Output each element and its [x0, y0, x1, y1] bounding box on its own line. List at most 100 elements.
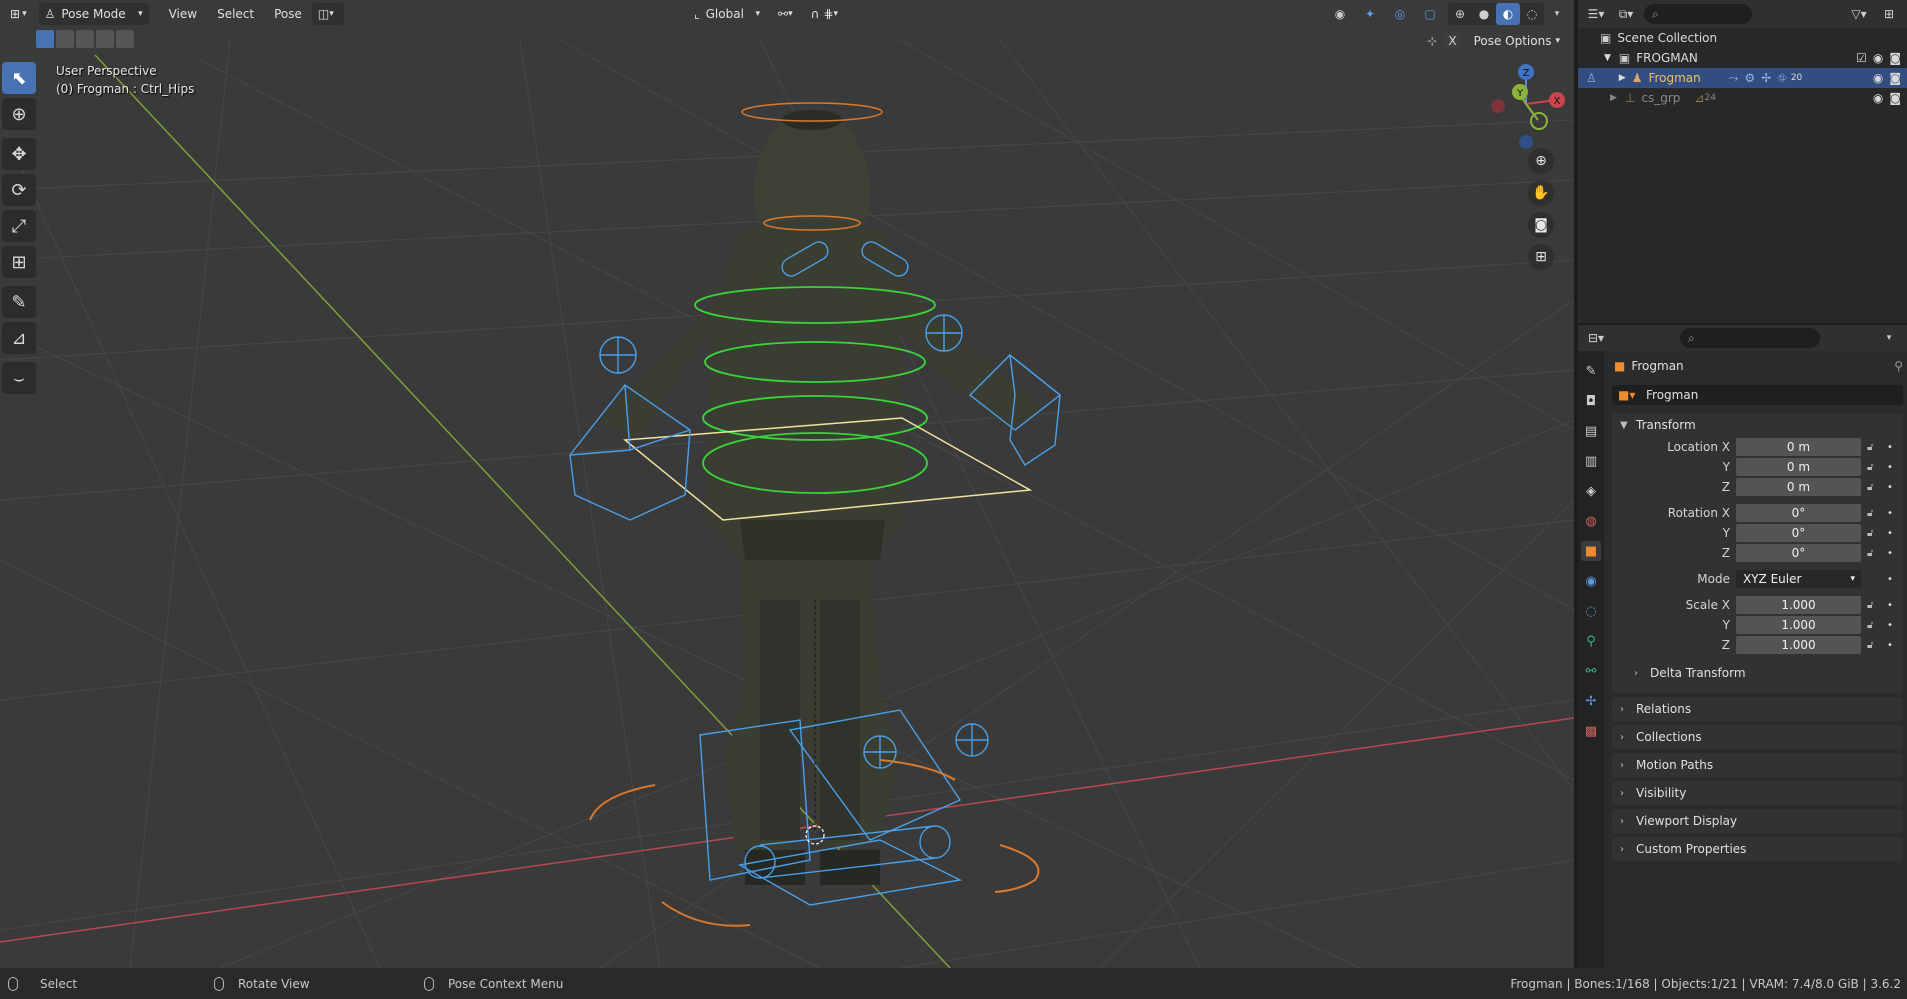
- lock-icon[interactable]: 🔓︎: [1867, 620, 1883, 631]
- menu-pose[interactable]: Pose: [264, 7, 312, 21]
- lock-icon[interactable]: 🔓︎: [1867, 442, 1883, 453]
- visibility-panel[interactable]: › Visibility: [1612, 781, 1903, 805]
- mirror-icon[interactable]: ⊹: [1427, 34, 1437, 48]
- expand-arrow-icon[interactable]: ▶: [1619, 73, 1626, 83]
- snap-dropdown[interactable]: ∩ ⋕ ▾: [805, 3, 844, 25]
- transform-panel-header[interactable]: ▼ Transform: [1612, 413, 1903, 437]
- keyframe-dot-icon[interactable]: •: [1887, 640, 1893, 651]
- keyframe-dot-icon[interactable]: •: [1887, 508, 1893, 519]
- overlays-toggle-icon[interactable]: ◎: [1388, 3, 1412, 25]
- scale-z-field[interactable]: 1.000: [1736, 636, 1861, 654]
- wireframe-shading-icon[interactable]: ⊕: [1448, 3, 1472, 25]
- scene-tab-icon[interactable]: ◈: [1581, 481, 1601, 501]
- keyframe-dot-icon[interactable]: •: [1887, 548, 1893, 559]
- breakdowner-tool[interactable]: ⌣: [2, 362, 36, 394]
- output-tab-icon[interactable]: ▤: [1581, 421, 1601, 441]
- measure-tool[interactable]: ⊿: [2, 322, 36, 354]
- visibility-eye-icon[interactable]: ◉: [1328, 3, 1352, 25]
- object-tab-icon[interactable]: ■: [1581, 541, 1601, 561]
- lock-icon[interactable]: 🔓︎: [1867, 528, 1883, 539]
- zoom-icon[interactable]: ⊕: [1528, 148, 1554, 174]
- pin-icon[interactable]: ⚲: [1894, 359, 1903, 373]
- display-mode-icon[interactable]: ⧉▾: [1614, 3, 1638, 25]
- modifier-tab-icon[interactable]: ◉: [1581, 571, 1601, 591]
- lock-icon[interactable]: 🔓︎: [1867, 640, 1883, 651]
- keyframe-dot-icon[interactable]: •: [1887, 528, 1893, 539]
- camera-render-icon[interactable]: ◙: [1889, 71, 1901, 85]
- camera-render-icon[interactable]: ◙: [1889, 91, 1901, 105]
- keyframe-dot-icon[interactable]: •: [1887, 482, 1893, 493]
- chevron-down-icon[interactable]: ▾: [1877, 327, 1901, 349]
- expand-arrow-icon[interactable]: ▶: [1610, 93, 1617, 103]
- transform-tool[interactable]: ⊞: [2, 246, 36, 278]
- eye-icon[interactable]: ◉: [1873, 91, 1883, 105]
- physics-tab-icon[interactable]: ◌: [1581, 601, 1601, 621]
- checkbox-icon[interactable]: ☑: [1856, 51, 1867, 65]
- keyframe-dot-icon[interactable]: •: [1887, 620, 1893, 631]
- rotate-tool[interactable]: ⟳: [2, 174, 36, 206]
- eye-icon[interactable]: ◉: [1873, 51, 1883, 65]
- menu-view[interactable]: View: [159, 7, 207, 21]
- keyframe-dot-icon[interactable]: •: [1887, 462, 1893, 473]
- camera-render-icon[interactable]: ◙: [1889, 51, 1901, 65]
- outliner-type-icon[interactable]: ☰▾: [1584, 3, 1608, 25]
- outliner-collection-frogman[interactable]: ▼ ▣ FROGMAN ☑ ◉ ◙: [1578, 48, 1907, 68]
- scale-x-field[interactable]: 1.000: [1736, 596, 1861, 614]
- transform-orientation-dropdown[interactable]: ⌞ Global ▾: [688, 3, 766, 25]
- overlay-shape-dropdown[interactable]: ◫ ▾: [311, 3, 344, 25]
- move-tool[interactable]: ✥: [2, 138, 36, 170]
- view-layer-tab-icon[interactable]: ▥: [1581, 451, 1601, 471]
- editor-type-button[interactable]: ⊞ ▾: [4, 3, 33, 25]
- bone-tab-icon[interactable]: ✢: [1581, 691, 1601, 711]
- gizmo-neg-y-handle[interactable]: [1530, 112, 1548, 130]
- render-tab-icon[interactable]: ◘: [1581, 391, 1601, 411]
- keyframe-dot-icon[interactable]: •: [1887, 574, 1893, 585]
- custom-properties-panel[interactable]: › Custom Properties: [1612, 837, 1903, 861]
- material-shading-icon[interactable]: ◐: [1496, 3, 1520, 25]
- filter-icon[interactable]: ▽▾: [1847, 3, 1871, 25]
- outliner-scene-collection[interactable]: ▣ Scene Collection: [1578, 28, 1907, 48]
- cursor-tool[interactable]: ⊕: [2, 98, 36, 130]
- select-box-tool[interactable]: ⬉: [2, 62, 36, 94]
- keyframe-dot-icon[interactable]: •: [1887, 600, 1893, 611]
- armature-data-tab-icon[interactable]: ⚯: [1581, 661, 1601, 681]
- navigation-gizmo[interactable]: Z X Y: [1480, 58, 1572, 150]
- lock-icon[interactable]: 🔓︎: [1867, 600, 1883, 611]
- perspective-grid-icon[interactable]: ⊞: [1528, 244, 1554, 270]
- world-tab-icon[interactable]: ◍: [1581, 511, 1601, 531]
- keyframe-dot-icon[interactable]: •: [1887, 442, 1893, 453]
- select-subtract-icon[interactable]: [76, 30, 94, 48]
- texture-tab-icon[interactable]: ▩: [1581, 721, 1601, 741]
- delta-transform-subpanel[interactable]: › Delta Transform: [1612, 661, 1903, 685]
- expand-arrow-icon[interactable]: ▼: [1604, 53, 1611, 63]
- relations-panel[interactable]: › Relations: [1612, 697, 1903, 721]
- lock-icon[interactable]: 🔓︎: [1867, 462, 1883, 473]
- location-x-field[interactable]: 0 m: [1736, 438, 1861, 456]
- annotate-tool[interactable]: ✎: [2, 286, 36, 318]
- scale-y-field[interactable]: 1.000: [1736, 616, 1861, 634]
- collections-panel[interactable]: › Collections: [1612, 725, 1903, 749]
- tool-tab-icon[interactable]: ✎: [1581, 361, 1601, 381]
- object-name-field[interactable]: ■▾ Frogman: [1612, 385, 1903, 405]
- outliner-object-frogman[interactable]: ♙ ▶ ♟ Frogman ⤳ ⚙ ✢ ⛗ 20 ◉ ◙: [1578, 68, 1907, 88]
- scale-tool[interactable]: ⤢: [2, 210, 36, 242]
- 3d-viewport[interactable]: ⊞ ▾ ♙ Pose Mode ▾ View Select Pose ◫ ▾ ⌞…: [0, 0, 1574, 968]
- outliner-search-input[interactable]: ⌕: [1644, 4, 1752, 24]
- location-z-field[interactable]: 0 m: [1736, 478, 1861, 496]
- pivot-point-dropdown[interactable]: ⚯ ▾: [772, 3, 799, 25]
- eye-icon[interactable]: ◉: [1873, 71, 1883, 85]
- location-y-field[interactable]: 0 m: [1736, 458, 1861, 476]
- rotation-z-field[interactable]: 0°: [1736, 544, 1861, 562]
- mode-dropdown[interactable]: ♙ Pose Mode ▾: [38, 3, 149, 25]
- pan-hand-icon[interactable]: ✋: [1528, 180, 1554, 206]
- gizmo-neg-x-handle[interactable]: [1491, 99, 1505, 113]
- viewport-display-panel[interactable]: › Viewport Display: [1612, 809, 1903, 833]
- rotation-mode-dropdown[interactable]: XYZ Euler ▾: [1736, 570, 1861, 588]
- new-collection-icon[interactable]: ⊞: [1877, 3, 1901, 25]
- constraint-tab-icon[interactable]: ⚲: [1581, 631, 1601, 651]
- camera-icon[interactable]: ◙: [1528, 212, 1554, 238]
- select-intersect-icon[interactable]: [116, 30, 134, 48]
- rotation-x-field[interactable]: 0°: [1736, 504, 1861, 522]
- chevron-down-icon[interactable]: ▾: [1550, 3, 1564, 25]
- gizmo-toggle-icon[interactable]: ✦: [1358, 3, 1382, 25]
